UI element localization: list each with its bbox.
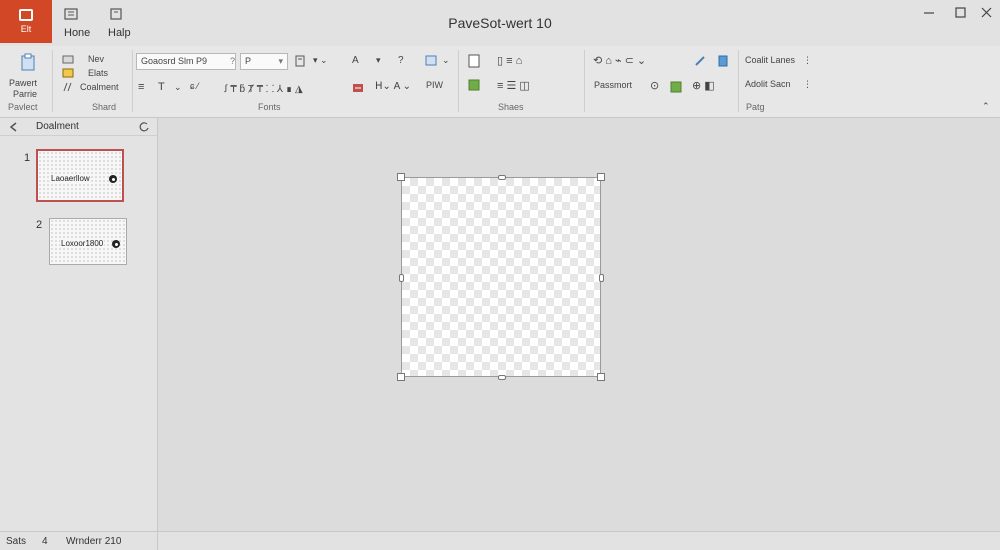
window-title: PaveSot-wert 10 <box>448 15 552 31</box>
paste-label-2[interactable]: Parrie <box>13 89 37 99</box>
new-slide-icon[interactable] <box>62 53 74 65</box>
italic-icon[interactable]: ɕ ⁄ <box>190 81 199 91</box>
font-name-dropdown[interactable]: Goaosrd Slm P9 <box>136 53 236 70</box>
shapes-group-label: Shaes <box>498 102 524 112</box>
status-divider <box>157 532 158 550</box>
maximize-icon[interactable] <box>952 5 970 21</box>
font-menu-icon[interactable]: ▾ ⌄ <box>313 55 328 66</box>
close-icon[interactable] <box>978 5 996 21</box>
shared-group-label: Shard <box>92 102 117 112</box>
status-slides-label: Sats <box>6 536 27 547</box>
slide-thumbnail[interactable]: Laoaerllow <box>36 149 124 202</box>
slide-bullet-icon <box>109 175 117 183</box>
resize-handle-top[interactable] <box>498 175 506 180</box>
layout-icon[interactable] <box>62 67 74 79</box>
slide-number: 2 <box>36 219 43 231</box>
resize-handle-bottom-right[interactable] <box>597 373 605 381</box>
back-icon[interactable] <box>8 121 20 133</box>
bold-icon[interactable]: T <box>158 81 165 93</box>
group-divider <box>52 50 53 112</box>
pw-button[interactable]: PIW <box>426 80 443 90</box>
ribbon: Pawert Parrie Pavlect Nev Elats Coalment… <box>0 46 1000 118</box>
selected-image-placeholder[interactable] <box>397 173 605 381</box>
page-group-label: Patg <box>746 102 765 112</box>
status-view-label[interactable]: Wrnderr 210 <box>66 536 121 547</box>
font-name-arrow-icon[interactable]: ? <box>230 56 235 66</box>
resize-handle-bottom-left[interactable] <box>397 373 405 381</box>
resize-handle-top-left[interactable] <box>397 173 405 181</box>
slide-thumbnail[interactable]: Loxoor1800 <box>49 218 127 265</box>
slide-number: 1 <box>24 152 31 164</box>
layout-button[interactable]: Elats <box>88 68 108 78</box>
picture-icon[interactable] <box>670 81 682 93</box>
grow-font-icon[interactable]: A <box>352 55 359 66</box>
document-icon[interactable] <box>716 54 730 68</box>
arrange-icon[interactable] <box>424 53 440 69</box>
align-icon[interactable]: ≡ <box>138 81 144 93</box>
font-size-dropdown[interactable]: P ▾ <box>240 53 288 70</box>
status-bar: Sats 4 Wrnderr 210 <box>0 531 1000 550</box>
paste-label-1[interactable]: Pawert <box>9 78 37 88</box>
underline-icon[interactable]: ꭍ ₸ ƃ Ⱦ ₸ ⸬ ⅄ ∎ ◮ <box>224 81 303 95</box>
paste-group-label: Pavlect <box>8 102 38 112</box>
refresh-icon[interactable] <box>138 121 150 133</box>
text-direction-icon[interactable]: ≡ ☰ ◫ <box>497 79 530 92</box>
resize-handle-top-right[interactable] <box>597 173 605 181</box>
record-icon[interactable]: ⊙ <box>650 79 659 92</box>
panel-title: Doalment <box>36 121 79 132</box>
clear-format-icon[interactable]: ? <box>398 55 404 66</box>
font-size-value: P <box>245 56 252 66</box>
group-divider <box>132 50 133 112</box>
title-bar: Elt Hone Halp PaveSot-wert 10 <box>0 0 1000 46</box>
resize-handle-right[interactable] <box>599 274 604 282</box>
resize-handle-left[interactable] <box>399 274 404 282</box>
slide-caption: Loxoor1800 <box>60 239 105 248</box>
collapse-ribbon-icon[interactable]: ⌃ <box>982 101 990 112</box>
comment-icon[interactable] <box>62 81 74 93</box>
line-spacing-icon[interactable]: ▯ ≡ ⌂ <box>497 54 522 67</box>
group-divider <box>458 50 459 112</box>
link-icon[interactable] <box>694 55 706 67</box>
draw-tools-icon[interactable]: ⟲ ⌂ ⌁ ⊂ ⌄ <box>593 54 646 67</box>
panel-header: Doalment <box>0 118 158 136</box>
group-divider <box>584 50 585 112</box>
slide-canvas[interactable] <box>158 118 1000 531</box>
minimize-icon[interactable] <box>920 5 938 21</box>
more-icon[interactable]: ⋮ <box>803 55 812 66</box>
paste-icon[interactable] <box>18 52 38 72</box>
chevron-down-icon[interactable]: ⌄ <box>442 55 450 66</box>
comment-button[interactable]: Coalment <box>80 82 119 92</box>
page-option-1[interactable]: Coalit Lanes <box>745 55 795 65</box>
select-icon[interactable] <box>466 77 482 93</box>
chevron-down-icon: ▾ <box>278 56 283 66</box>
format-painter-icon[interactable] <box>294 55 306 67</box>
group-divider <box>738 50 739 112</box>
slides-panel: Doalment 1 Laoaerllow 2 Loxoor1800 <box>0 118 158 531</box>
password-button[interactable]: Passmort <box>594 80 632 90</box>
share-icon[interactable]: ⊕ ◧ <box>692 79 715 92</box>
new-slide-button[interactable]: Nev <box>88 54 104 64</box>
page-option-2[interactable]: Adolit Sacn <box>745 79 791 89</box>
font-name-value: Goaosrd Slm P9 <box>141 56 208 66</box>
font-color-icon[interactable]: ᕼ⌄ A ⌄ <box>375 81 411 92</box>
chevron-down-icon[interactable]: ⌄ <box>174 82 182 93</box>
highlight-icon[interactable] <box>351 82 364 94</box>
slide-bullet-icon <box>112 240 120 248</box>
clipboard-icon[interactable] <box>466 53 482 69</box>
status-slides-count: 4 <box>42 536 48 547</box>
resize-handle-bottom[interactable] <box>498 375 506 380</box>
shrink-font-icon[interactable]: ▾ <box>376 55 381 66</box>
fonts-group-label: Fonts <box>258 102 281 112</box>
slide-caption: Laoaerllow <box>50 174 91 183</box>
more-icon[interactable]: ⋮ <box>803 79 812 90</box>
